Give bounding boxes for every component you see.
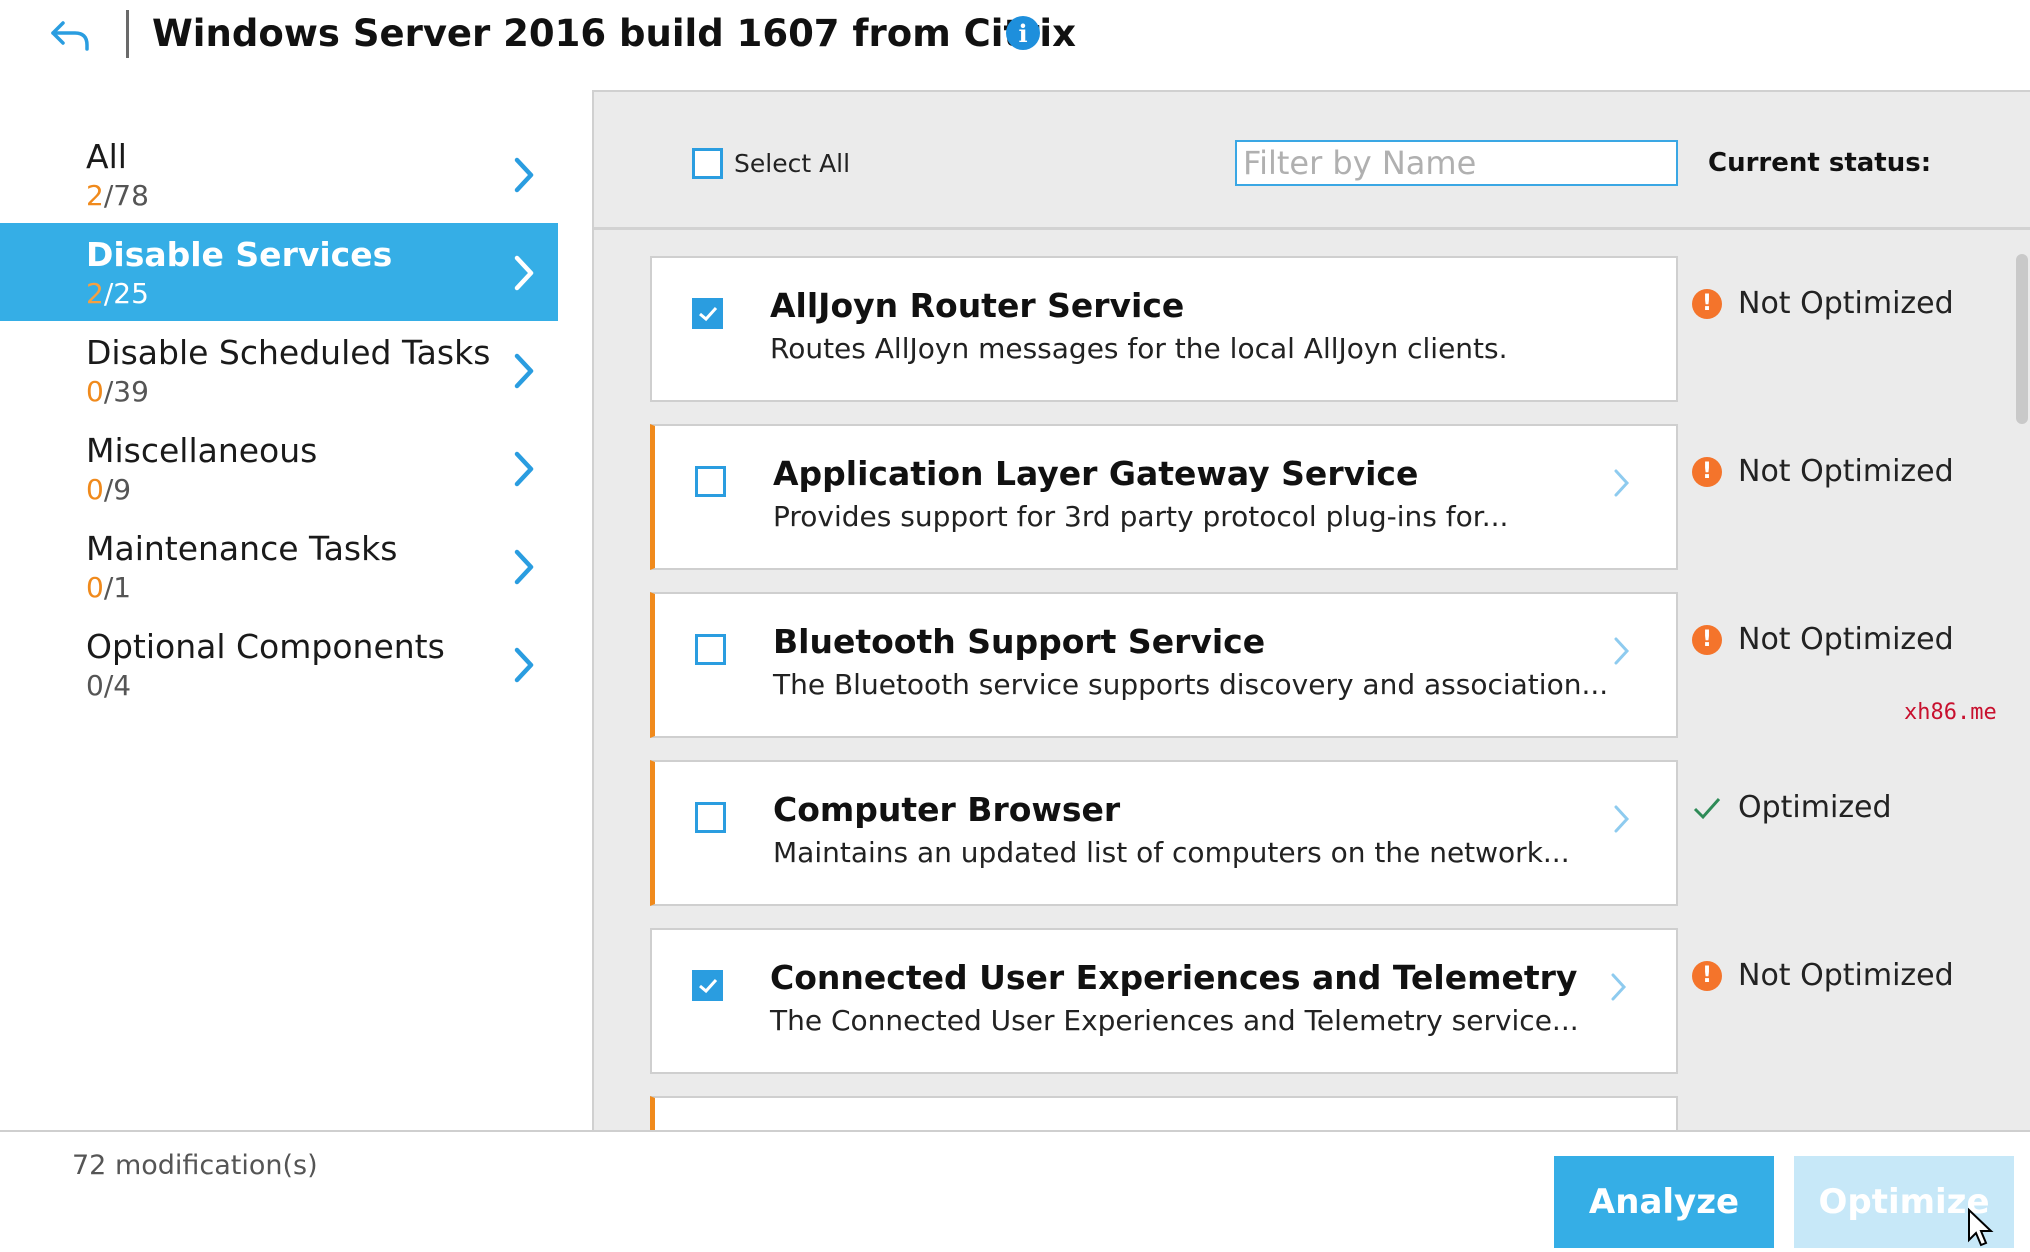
chevron-right-icon: [514, 353, 534, 389]
sidebar-item-miscellaneous[interactable]: Miscellaneous 0/9: [0, 419, 558, 517]
checkmark-icon: [1693, 797, 1721, 819]
item-description: Maintains an updated list of computers o…: [773, 836, 1570, 869]
status-label: Not Optimized: [1738, 622, 1954, 657]
status-label: Optimized: [1738, 790, 1892, 825]
footer: 72 modification(s) Analyze Optimize: [0, 1130, 2030, 1252]
sidebar-item-disable-services[interactable]: Disable Services 2/25: [0, 223, 558, 321]
sidebar-item-disable-scheduled-tasks[interactable]: Disable Scheduled Tasks 0/39: [0, 321, 558, 419]
sidebar-item-count: 0/1: [86, 571, 132, 604]
sidebar-item-count: 2/78: [86, 179, 149, 212]
category-sidebar: All 2/78 Disable Services 2/25 Disable S…: [0, 125, 558, 713]
sidebar-item-count: 0/9: [86, 473, 132, 506]
list-item[interactable]: Bluetooth Support Service The Bluetooth …: [650, 592, 1678, 738]
sidebar-item-label: Miscellaneous: [86, 431, 318, 470]
modification-count: 72 modification(s): [72, 1150, 318, 1181]
warning-icon: !: [1692, 960, 1722, 991]
item-title: Connected User Experiences and Telemetry: [770, 958, 1578, 997]
sidebar-item-label: Optional Components: [86, 627, 445, 666]
sidebar-item-maintenance-tasks[interactable]: Maintenance Tasks 0/1: [0, 517, 558, 615]
page-title: Windows Server 2016 build 1607 from Citr…: [152, 12, 1076, 55]
watermark: xh86.me: [1904, 700, 1997, 725]
chevron-right-icon[interactable]: [1611, 804, 1633, 834]
sidebar-item-label: Maintenance Tasks: [86, 529, 398, 568]
warning-icon: !: [1692, 624, 1722, 655]
item-checkbox[interactable]: [695, 802, 726, 833]
warning-icon: !: [1692, 456, 1722, 487]
back-arrow-icon: [51, 21, 89, 51]
sidebar-item-label: Disable Scheduled Tasks: [86, 333, 491, 372]
chevron-right-icon: [514, 255, 534, 291]
chevron-right-icon[interactable]: [1611, 468, 1633, 498]
chevron-right-icon: [514, 451, 534, 487]
status-indicator: ! Not Optimized: [1692, 622, 1954, 657]
checkbox[interactable]: [692, 148, 723, 179]
list-item[interactable]: AllJoyn Router Service Routes AllJoyn me…: [650, 256, 1678, 402]
status-indicator: Optimized: [1692, 790, 1892, 825]
sidebar-item-optional-components[interactable]: Optional Components 0/4: [0, 615, 558, 713]
select-all-checkbox[interactable]: Select All: [692, 148, 850, 179]
item-description: Provides support for 3rd party protocol …: [773, 500, 1509, 533]
status-indicator: ! Not Optimized: [1692, 286, 1954, 321]
item-description: The Connected User Experiences and Telem…: [770, 1004, 1579, 1037]
chevron-right-icon: [514, 157, 534, 193]
status-label: Not Optimized: [1738, 286, 1954, 321]
main-panel: Select All Current status: AllJoyn Route…: [592, 90, 2030, 1132]
checkmark-icon: [698, 978, 717, 993]
optimization-list: AllJoyn Router Service Routes AllJoyn me…: [594, 232, 2030, 1132]
sidebar-item-label: Disable Services: [86, 235, 393, 274]
header-divider: [126, 10, 129, 58]
item-checkbox[interactable]: [692, 298, 723, 329]
header: Windows Server 2016 build 1607 from Citr…: [0, 0, 2030, 90]
sidebar-item-count: 2/25: [86, 277, 149, 310]
status-label: Not Optimized: [1738, 958, 1954, 993]
item-title: Application Layer Gateway Service: [773, 454, 1419, 493]
list-toolbar: Select All Current status:: [594, 92, 2030, 230]
chevron-right-icon[interactable]: [1611, 636, 1633, 666]
select-all-label: Select All: [734, 149, 851, 178]
item-description: Routes AllJoyn messages for the local Al…: [770, 332, 1508, 365]
sidebar-item-all[interactable]: All 2/78: [0, 125, 558, 223]
filter-input[interactable]: [1235, 140, 1678, 186]
current-status-header: Current status:: [1708, 148, 1932, 178]
item-checkbox[interactable]: [692, 970, 723, 1001]
item-title: Bluetooth Support Service: [773, 622, 1266, 661]
list-item[interactable]: [650, 1096, 1678, 1132]
status-indicator: ! Not Optimized: [1692, 454, 1954, 489]
chevron-right-icon: [514, 647, 534, 683]
list-item[interactable]: Computer Browser Maintains an updated li…: [650, 760, 1678, 906]
sidebar-item-count: 0/4: [86, 669, 132, 702]
chevron-right-icon[interactable]: [1608, 972, 1630, 1002]
item-checkbox[interactable]: [695, 466, 726, 497]
mouse-cursor-icon: [1968, 1208, 1994, 1247]
status-label: Not Optimized: [1738, 454, 1954, 489]
status-indicator: ! Not Optimized: [1692, 958, 1954, 993]
checkmark-icon: [698, 306, 717, 321]
item-description: The Bluetooth service supports discovery…: [773, 668, 1609, 701]
item-title: AllJoyn Router Service: [770, 286, 1185, 325]
list-item[interactable]: Application Layer Gateway Service Provid…: [650, 424, 1678, 570]
sidebar-item-count: 0/39: [86, 375, 149, 408]
item-title: Computer Browser: [773, 790, 1121, 829]
scrollbar[interactable]: [2016, 254, 2028, 424]
back-button[interactable]: [44, 14, 96, 58]
analyze-button[interactable]: Analyze: [1554, 1156, 1774, 1248]
item-checkbox[interactable]: [695, 634, 726, 665]
info-icon[interactable]: i: [1006, 16, 1040, 50]
warning-icon: !: [1692, 288, 1722, 319]
sidebar-item-label: All: [86, 137, 127, 176]
list-item[interactable]: Connected User Experiences and Telemetry…: [650, 928, 1678, 1074]
chevron-right-icon: [514, 549, 534, 585]
